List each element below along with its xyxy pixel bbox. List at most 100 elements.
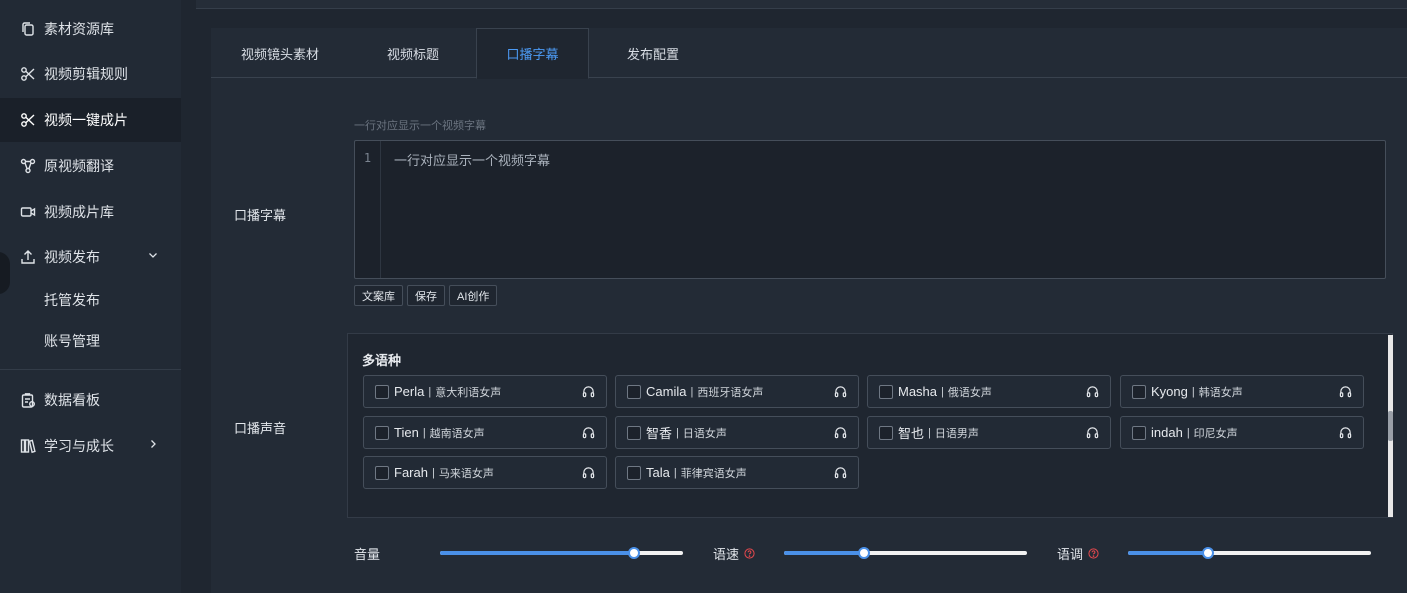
video-camera-icon <box>20 204 36 220</box>
chevron-down-icon <box>149 253 157 258</box>
headphones-icon[interactable] <box>834 385 847 398</box>
voice-name: Camila <box>646 384 687 399</box>
voice-option[interactable]: Farah | 马来语女声 <box>363 456 607 489</box>
voice-checkbox[interactable] <box>879 384 893 399</box>
voice-checkbox[interactable] <box>879 425 893 440</box>
tab-publish-config[interactable]: 发布配置 <box>603 28 703 78</box>
subtitle-editor[interactable]: 1 一行对应显示一个视频字幕 <box>354 140 1386 279</box>
books-icon <box>20 438 36 454</box>
voice-option[interactable]: Kyong | 韩语女声 <box>1120 375 1364 408</box>
pitch-slider[interactable] <box>1128 547 1371 559</box>
sidebar-subitem-account-management[interactable]: 账号管理 <box>0 321 181 361</box>
voice-description: 印尼女声 <box>1193 427 1238 440</box>
voice-option[interactable]: 智香 | 日语女声 <box>615 416 859 449</box>
voice-checkbox[interactable] <box>627 425 641 440</box>
voice-checkbox[interactable] <box>375 384 389 399</box>
headphones-icon[interactable] <box>582 426 595 439</box>
headphones-icon[interactable] <box>834 466 847 479</box>
clipboard-icon <box>20 392 36 408</box>
sidebar-item-label: 学习与成长 <box>44 438 114 454</box>
voice-option[interactable]: 智也 | 日语男声 <box>867 416 1111 449</box>
tab-bar: 视频镜头素材 视频标题 口播字幕 发布配置 <box>211 28 1407 79</box>
voice-checkbox[interactable] <box>375 425 389 440</box>
sidebar-item-label: 原视频翻译 <box>44 158 114 174</box>
sidebar-item-one-click-video[interactable]: 视频一键成片 <box>0 98 181 142</box>
sidebar-item-video-library[interactable]: 视频成片库 <box>0 190 181 234</box>
pitch-label: 语调 <box>1057 544 1099 563</box>
volume-slider[interactable] <box>440 547 683 559</box>
tab-subtitles[interactable]: 口播字幕 <box>476 28 589 79</box>
voice-description: 马来语女声 <box>438 467 494 480</box>
volume-label: 音量 <box>354 544 380 563</box>
voice-option[interactable]: indah | 印尼女声 <box>1120 416 1364 449</box>
voice-separator: | <box>1186 426 1190 439</box>
tab-video-title[interactable]: 视频标题 <box>363 28 463 78</box>
sidebar-item-label: 视频剪辑规则 <box>44 66 128 82</box>
voice-name: 智也 <box>898 426 925 441</box>
headphones-icon[interactable] <box>582 466 595 479</box>
sidebar-divider <box>0 369 181 370</box>
sidebar-subitem-label: 托管发布 <box>44 292 100 308</box>
voice-description: 西班牙语女声 <box>697 386 764 399</box>
voice-checkbox[interactable] <box>375 465 389 480</box>
sidebar-item-dashboard[interactable]: 数据看板 <box>0 378 181 422</box>
voice-description: 日语男声 <box>934 427 979 440</box>
headphones-icon[interactable] <box>1086 426 1099 439</box>
voice-option[interactable]: Masha | 俄语女声 <box>867 375 1111 408</box>
nodes-icon <box>20 158 36 174</box>
voice-separator: | <box>941 385 944 398</box>
save-button[interactable]: 保存 <box>407 285 445 306</box>
headphones-icon[interactable] <box>582 385 595 398</box>
slider-fill <box>440 551 634 555</box>
pitch-label-text: 语调 <box>1057 547 1084 562</box>
sidebar-item-material-library[interactable]: 素材资源库 <box>0 7 181 51</box>
voice-form-label: 口播声音 <box>234 421 287 436</box>
voice-checkbox[interactable] <box>1132 425 1146 440</box>
scissors-icon <box>20 66 36 82</box>
sidebar-item-video-translate[interactable]: 原视频翻译 <box>0 144 181 188</box>
sidebar: 素材资源库 视频剪辑规则 视频一键成片 原视频翻译 视频成片库 视频发布 托管发… <box>0 0 181 593</box>
chevron-right-icon <box>151 440 156 448</box>
slider-handle[interactable] <box>1202 547 1214 559</box>
headphones-icon[interactable] <box>834 426 847 439</box>
headphones-icon[interactable] <box>1086 385 1099 398</box>
sidebar-item-edit-rules[interactable]: 视频剪辑规则 <box>0 52 181 96</box>
voice-option[interactable]: Tien | 越南语女声 <box>363 416 607 449</box>
speed-label: 语速 <box>713 544 755 563</box>
tab-label: 发布配置 <box>626 46 679 62</box>
voice-option[interactable]: Camila | 西班牙语女声 <box>615 375 859 408</box>
voice-description: 日语女声 <box>682 427 727 440</box>
tab-video-materials[interactable]: 视频镜头素材 <box>229 28 331 78</box>
voice-separator: | <box>422 426 426 439</box>
slider-fill <box>1128 551 1208 555</box>
voice-separator: | <box>673 466 677 479</box>
tab-label: 视频镜头素材 <box>240 46 319 62</box>
subtitle-form-label: 口播字幕 <box>234 208 287 223</box>
voice-name: Tien <box>394 425 419 440</box>
help-icon[interactable] <box>744 548 755 559</box>
slider-fill <box>784 551 864 555</box>
subtitle-editor-placeholder: 一行对应显示一个视频字幕 <box>394 153 551 168</box>
voice-checkbox[interactable] <box>1132 384 1146 399</box>
sidebar-subitem-label: 账号管理 <box>44 333 100 349</box>
headphones-icon[interactable] <box>1339 426 1352 439</box>
headphones-icon[interactable] <box>1339 385 1352 398</box>
voice-checkbox[interactable] <box>627 465 641 480</box>
speed-slider[interactable] <box>784 547 1027 559</box>
voice-option[interactable]: Tala | 菲律宾语女声 <box>615 456 859 489</box>
voice-description: 意大利语女声 <box>435 386 502 399</box>
subtitle-hint: 一行对应显示一个视频字幕 <box>354 120 486 132</box>
copy-library-button[interactable]: 文案库 <box>354 285 403 306</box>
slider-handle[interactable] <box>858 547 870 559</box>
sidebar-item-video-publish[interactable]: 视频发布 <box>0 235 181 279</box>
voice-checkbox[interactable] <box>627 384 641 399</box>
slider-handle[interactable] <box>628 547 640 559</box>
sidebar-subitem-hosted-publish[interactable]: 托管发布 <box>0 280 181 320</box>
sidebar-item-learning[interactable]: 学习与成长 <box>0 424 181 468</box>
voice-option[interactable]: Perla | 意大利语女声 <box>363 375 607 408</box>
sidebar-item-label: 视频一键成片 <box>44 112 128 128</box>
voice-panel-scroll-thumb[interactable] <box>1388 411 1393 441</box>
ai-create-button[interactable]: AI创作 <box>449 285 498 306</box>
help-icon[interactable] <box>1088 548 1099 559</box>
voice-name: Masha <box>898 384 938 399</box>
